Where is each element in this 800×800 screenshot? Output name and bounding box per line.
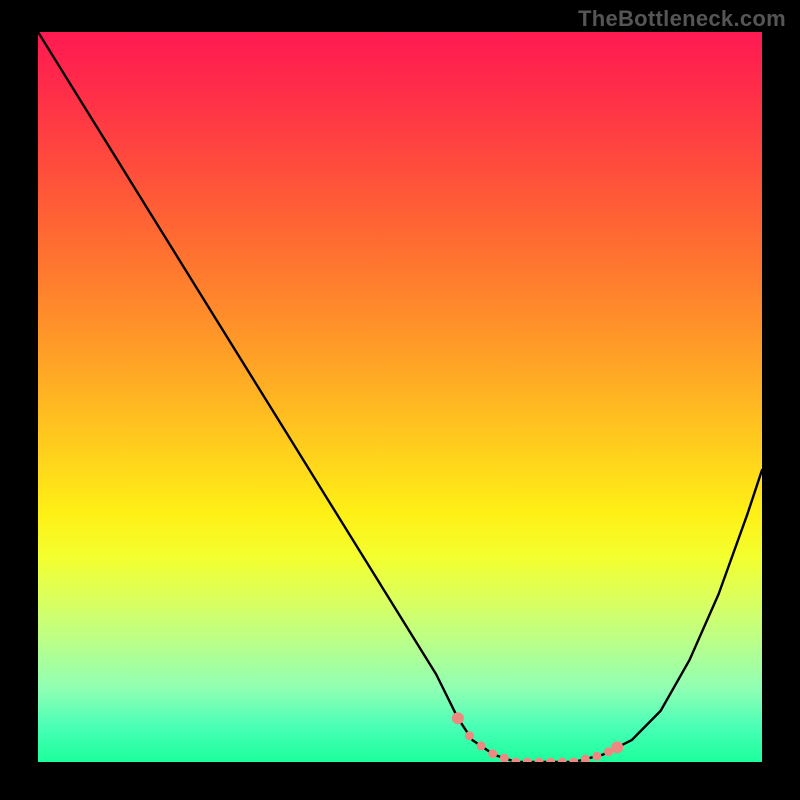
optimal-zone-dot (546, 758, 555, 763)
optimal-zone-dot (558, 758, 567, 763)
optimal-zone-dot (477, 741, 486, 750)
optimal-zone-dot (488, 749, 497, 758)
optimal-zone-dot (581, 755, 590, 762)
optimal-zone-dot (500, 754, 509, 762)
optimal-zone-dot (592, 752, 601, 761)
optimal-zone-dot (523, 758, 532, 763)
optimal-zone-dot (569, 758, 578, 763)
watermark-text: TheBottleneck.com (578, 6, 786, 32)
plot-area (38, 32, 762, 762)
curve-overlay (38, 32, 762, 762)
optimal-zone-dot (535, 758, 544, 763)
optimal-zone-dot (511, 758, 520, 763)
bottleneck-curve-line (38, 32, 762, 762)
optimal-zone-endcap (452, 712, 464, 724)
chart-frame: TheBottleneck.com (0, 0, 800, 800)
optimal-zone-markers (452, 712, 623, 762)
optimal-zone-dot (465, 731, 474, 740)
optimal-zone-endcap (611, 741, 623, 753)
